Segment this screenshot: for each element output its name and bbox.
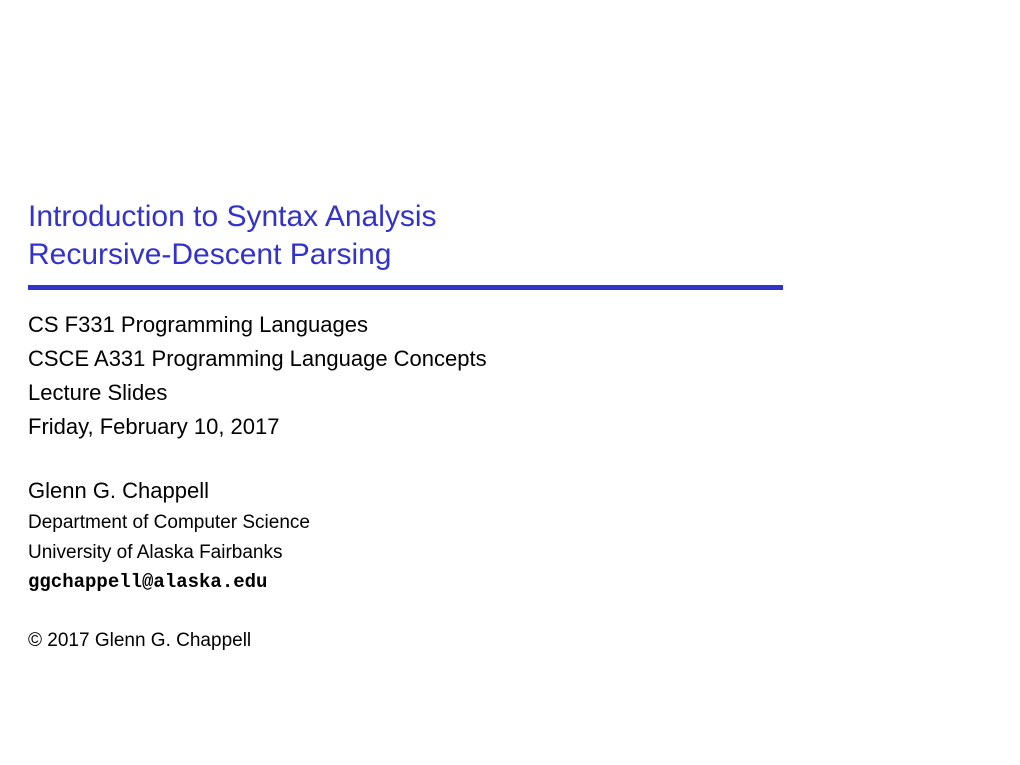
course-date: Friday, February 10, 2017 — [28, 410, 988, 444]
copyright: © 2017 Glenn G. Chappell — [28, 626, 988, 655]
title-divider — [28, 285, 783, 290]
author-university: University of Alaska Fairbanks — [28, 538, 988, 567]
slide-title: Introduction to Syntax Analysis Recursiv… — [28, 198, 988, 273]
author-email: ggchappell@alaska.edu — [28, 567, 988, 597]
slide-content: Introduction to Syntax Analysis Recursiv… — [28, 198, 988, 655]
course-line-2: CSCE A331 Programming Language Concepts — [28, 342, 988, 376]
course-line-1: CS F331 Programming Languages — [28, 308, 988, 342]
spacer — [28, 444, 988, 474]
author-name: Glenn G. Chappell — [28, 474, 988, 508]
title-line-1: Introduction to Syntax Analysis — [28, 198, 988, 236]
course-line-3: Lecture Slides — [28, 376, 988, 410]
title-line-2: Recursive-Descent Parsing — [28, 236, 988, 274]
author-dept: Department of Computer Science — [28, 508, 988, 537]
